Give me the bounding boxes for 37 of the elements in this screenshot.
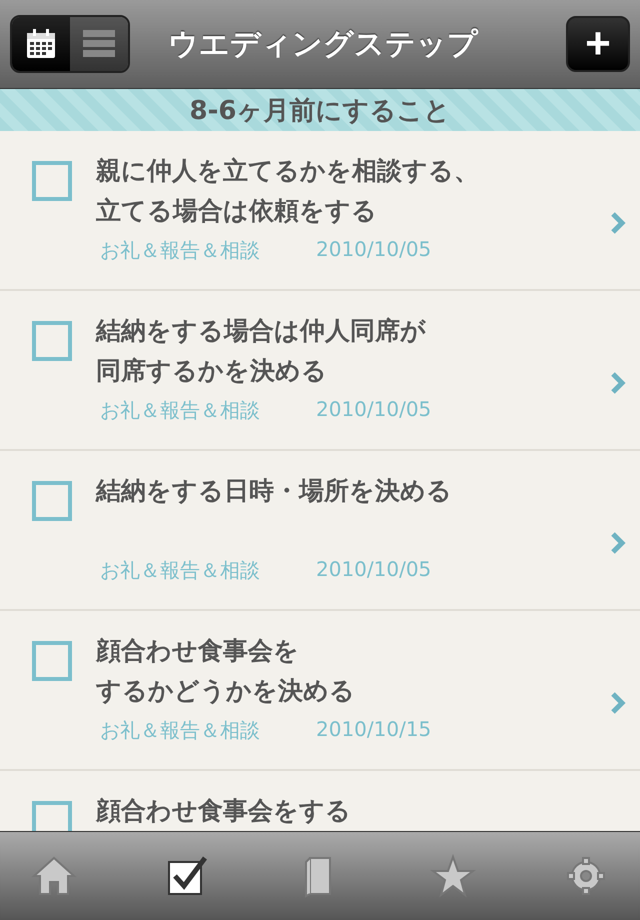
checkbox[interactable] — [32, 321, 72, 361]
task-category: お礼＆報告＆相談 — [100, 237, 260, 264]
task-category: お礼＆報告＆相談 — [100, 397, 260, 424]
task-title: 顔合わせ食事会を — [96, 635, 299, 667]
task-title: 親に仲人を立てるかを相談する、 — [96, 155, 479, 187]
chevron-icon — [610, 691, 626, 715]
task-title: 同席するかを決める — [96, 355, 327, 387]
add-button[interactable]: + — [566, 16, 630, 72]
task-row[interactable]: 顔合わせ食事会を するかどうかを決める お礼＆報告＆相談 2010/10/15 — [0, 611, 640, 771]
checkbox[interactable] — [32, 161, 72, 201]
task-category: お礼＆報告＆相談 — [100, 717, 260, 744]
task-date: 2010/10/15 — [316, 717, 432, 743]
star-icon[interactable] — [429, 854, 477, 898]
section-title: 8-6ヶ月前にすること — [190, 94, 450, 128]
checkbox[interactable] — [32, 481, 72, 521]
home-icon[interactable] — [30, 854, 78, 898]
task-date: 2010/10/05 — [316, 557, 432, 583]
calendar-view-button[interactable] — [12, 17, 70, 71]
task-title: 立てる場合は依頼をする — [96, 195, 377, 227]
calendar-icon — [25, 28, 57, 60]
task-title: 顔合わせ食事会をする — [96, 795, 351, 827]
chevron-icon — [610, 531, 626, 555]
task-title: 結納をする日時・場所を決める — [96, 475, 452, 507]
task-title: 結納をする場合は仲人同席が — [96, 315, 426, 347]
screen-title: ウエディングステップ — [167, 26, 480, 64]
task-row[interactable]: 結納をする場合は仲人同席が 同席するかを決める お礼＆報告＆相談 2010/10/05 — [0, 291, 640, 451]
chevron-icon — [610, 211, 626, 235]
task-date: 2010/10/05 — [316, 237, 432, 263]
checkbox[interactable] — [32, 641, 72, 681]
task-category: お礼＆報告＆相談 — [100, 557, 260, 584]
task-row[interactable]: 親に仲人を立てるかを相談する、 立てる場合は依頼をする お礼＆報告＆相談 2010/10/05 — [0, 131, 640, 291]
chevron-icon — [610, 371, 626, 395]
list-icon — [83, 29, 115, 59]
task-row[interactable]: 結納をする日時・場所を決める お礼＆報告＆相談 2010/10/05 — [0, 451, 640, 611]
task-date: 2010/10/05 — [316, 397, 432, 423]
list-view-button[interactable] — [70, 17, 128, 71]
task-title: するかどうかを決める — [96, 675, 355, 707]
